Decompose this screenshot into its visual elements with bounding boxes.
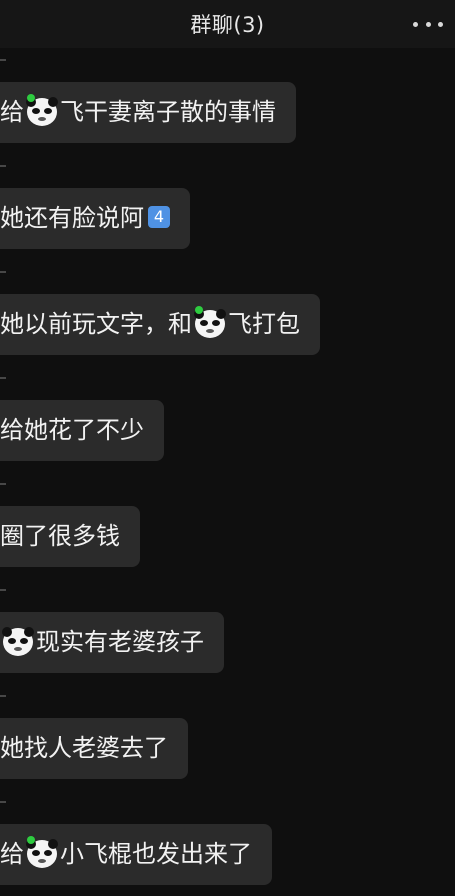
message-text: 给 (0, 98, 24, 126)
more-dots-icon[interactable] (413, 10, 443, 38)
chat-header: 群聊(3) (0, 0, 455, 48)
number-badge: 4 (148, 206, 170, 228)
message-text: 她以前玩文字，和 (0, 310, 192, 338)
message-row: 给她花了不少 (0, 366, 455, 472)
message-bubble[interactable]: 给她花了不少 (0, 400, 164, 461)
sender-name-dash (0, 165, 6, 167)
sender-name-dash (0, 271, 6, 273)
message-row: 给 飞干妻离子散的事情 (0, 48, 455, 154)
message-row: 给 小飞棍也发出来了 (0, 790, 455, 896)
message-bubble[interactable]: 现实有老婆孩子 (0, 612, 224, 673)
message-row: 圈了很多钱 (0, 472, 455, 578)
message-bubble[interactable]: 给 小飞棍也发出来了 (0, 824, 272, 885)
message-text: 小飞棍也发出来了 (60, 840, 252, 868)
message-bubble[interactable]: 她还有脸说阿 4 (0, 188, 190, 249)
message-bubble[interactable]: 给 飞干妻离子散的事情 (0, 82, 296, 143)
panda-face-emoji-icon (25, 836, 59, 870)
message-row: 现实有老婆孩子 (0, 578, 455, 684)
sender-name-dash (0, 483, 6, 485)
message-text: 她找人老婆去了 (0, 734, 168, 762)
sender-name-dash (0, 377, 6, 379)
sender-name-dash (0, 801, 6, 803)
message-bubble[interactable]: 圈了很多钱 (0, 506, 140, 567)
panda-face-emoji-icon (25, 94, 59, 128)
chat-title: 群聊(3) (190, 13, 265, 37)
message-text: 飞干妻离子散的事情 (60, 98, 276, 126)
message-bubble[interactable]: 她找人老婆去了 (0, 718, 188, 779)
message-bubble[interactable]: 她以前玩文字，和 飞打包 (0, 294, 320, 355)
message-list[interactable]: 给 飞干妻离子散的事情 她还有脸说阿 4 她以前玩文字，和 飞打包 给她花了不少… (0, 48, 455, 885)
panda-face-emoji-icon (1, 624, 35, 658)
sender-name-dash (0, 59, 6, 61)
message-row: 她以前玩文字，和 飞打包 (0, 260, 455, 366)
message-text: 给 (0, 840, 24, 868)
message-text: 给她花了不少 (0, 416, 144, 444)
panda-face-emoji-icon (193, 306, 227, 340)
message-row: 她还有脸说阿 4 (0, 154, 455, 260)
message-text: 飞打包 (228, 310, 300, 338)
message-row: 她找人老婆去了 (0, 684, 455, 790)
sender-name-dash (0, 589, 6, 591)
message-text: 圈了很多钱 (0, 522, 120, 550)
message-text: 现实有老婆孩子 (36, 628, 204, 656)
message-text: 她还有脸说阿 (0, 204, 144, 232)
sender-name-dash (0, 695, 6, 697)
